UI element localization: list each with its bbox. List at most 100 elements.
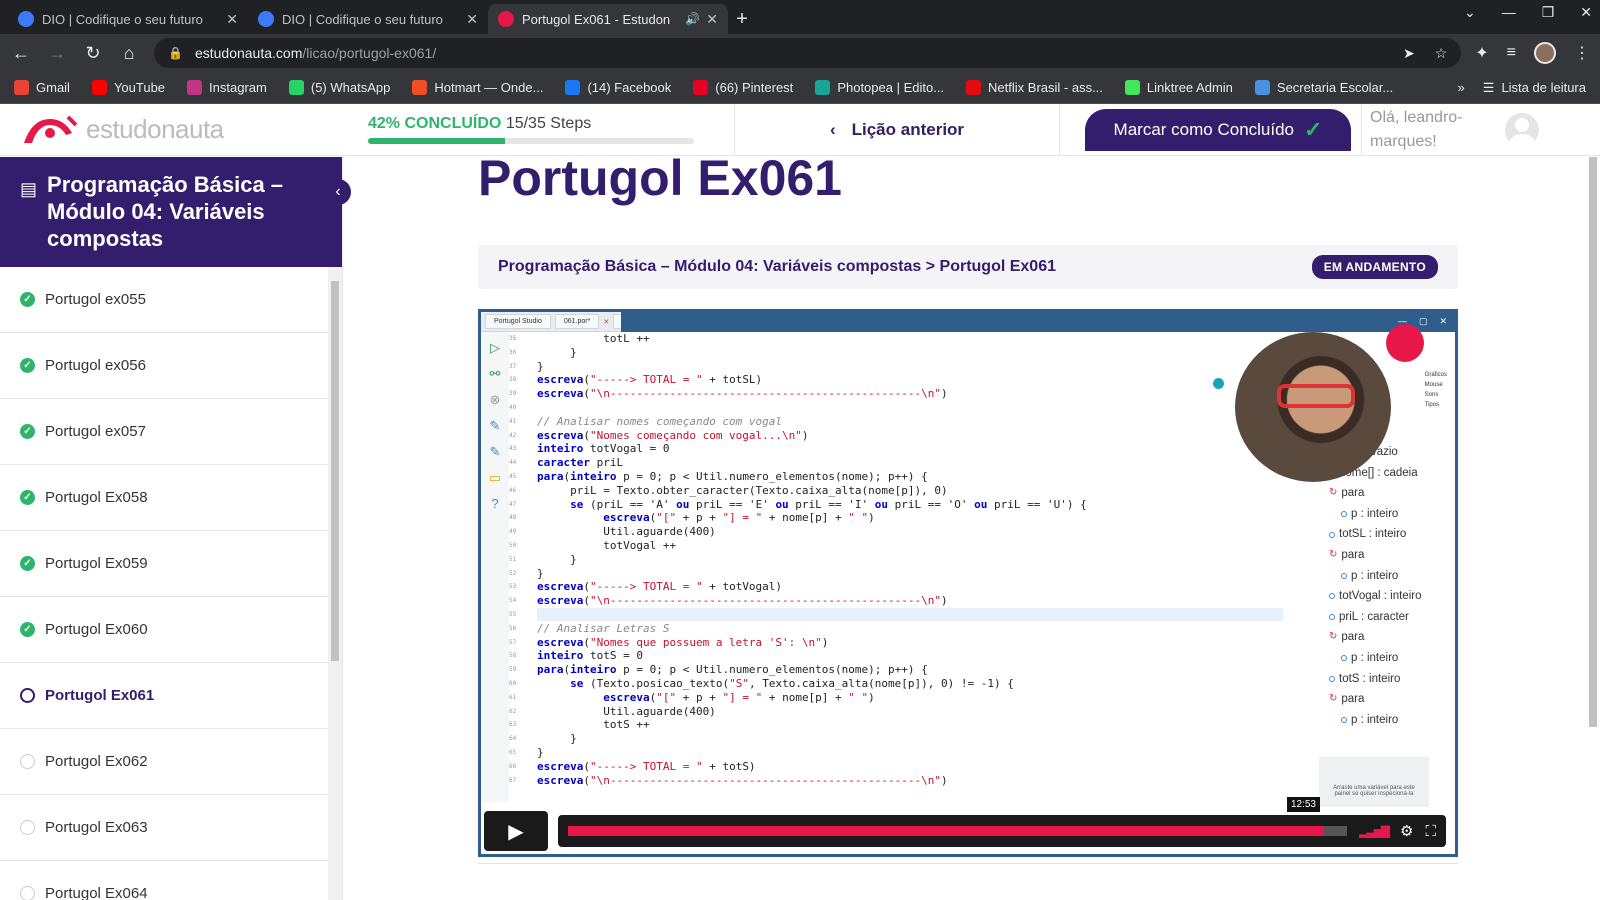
lesson-item[interactable]: Portugol Ex061 [0,663,334,729]
send-icon[interactable]: ➤ [1403,45,1415,62]
address-bar[interactable]: 🔒 estudonauta.com/licao/portugol-ex061/ … [154,38,1462,68]
bookmark-star-icon[interactable]: ☆ [1435,45,1448,62]
bookmark-item[interactable]: Instagram [187,80,267,95]
reading-list-icon: ☰ [1482,79,1495,95]
speaker-icon[interactable]: 🔊 [685,12,700,26]
tree-label: para [1341,631,1365,644]
reading-list-button[interactable]: ☰ Lista de leitura [1483,80,1586,96]
tree-label: p : inteiro [1351,507,1399,520]
tree-label: totVogal : inteiro [1339,590,1422,603]
bookmark-item[interactable]: Hotmart — Onde... [412,80,543,95]
ide-tab: Portugol Studio [485,314,551,329]
site-logo[interactable]: estudonauta [0,113,350,147]
bookmark-item[interactable]: (14) Facebook [565,80,671,95]
user-avatar[interactable] [1505,112,1539,147]
reload-button[interactable]: ↻ [82,43,104,64]
tree-label: totS : inteiro [1339,672,1401,685]
lesson-item[interactable]: ✓ Portugol ex056 [0,333,334,399]
browser-tab[interactable]: DIO | Codifique o seu futuro ✕ [248,4,488,34]
more-bookmarks-icon[interactable]: » [1458,80,1465,95]
bookmark-item[interactable]: Gmail [14,80,70,95]
control-bar: 12:53 ▂▃▅▇ ⚙ ⛶ [558,797,1446,847]
library-item: Gráficos [1424,372,1447,378]
sidebar-scrollbar[interactable] [328,267,342,900]
gear-icon[interactable]: ⚙ [1400,822,1413,840]
cursor-indicator [1213,378,1224,389]
close-tab-icon[interactable]: ✕ [706,11,718,28]
browser-tab[interactable]: Portugol Ex061 - Estudon 🔊 ✕ [488,4,728,34]
lesson-item[interactable]: Portugol Ex064 [0,861,334,900]
check-circle-icon: ✓ [20,556,35,571]
restore-button[interactable]: ❐ [1542,4,1555,21]
bookmark-item[interactable]: Secretaria Escolar... [1254,80,1393,95]
mark-complete-label: Marcar como Concluído [1113,119,1295,139]
menu-icon[interactable]: ⋮ [1574,43,1590,63]
breadcrumb-text[interactable]: Programação Básica – Módulo 04: Variávei… [498,258,1056,276]
close-tab-icon[interactable]: ✕ [466,11,478,28]
bookmark-item[interactable]: Photopea | Edito... [815,80,944,95]
ide-close-tab-icon: ✕ [603,318,610,326]
current-circle-icon [20,688,35,703]
sidebar-scroll-thumb[interactable] [331,281,339,661]
profile-avatar[interactable] [1534,42,1556,64]
check-circle-icon: ✓ [20,622,35,637]
lesson-item[interactable]: ✓ Portugol ex057 [0,399,334,465]
previous-lesson-button[interactable]: ‹ Lição anterior [734,103,1060,156]
home-button[interactable]: ⌂ [118,43,140,64]
book-icon: ▤ [20,179,38,199]
browser-tab[interactable]: DIO | Codifique o seu futuro ✕ [8,4,248,34]
minimize-button[interactable]: — [1502,4,1516,21]
bookmark-favicon-icon [14,80,29,95]
lesson-item[interactable]: ✓ Portugol Ex059 [0,531,334,597]
lesson-item[interactable]: Portugol Ex063 [0,795,334,861]
volume-icon[interactable]: ▂▃▅▇ [1359,824,1390,838]
variable-icon [1329,614,1335,621]
url-path: /licao/portugol-ex061/ [302,45,437,61]
lesson-main: Portugol Ex061 Programação Básica – Módu… [343,150,1586,900]
back-button[interactable]: ← [10,43,32,64]
lesson-item[interactable]: ✓ Portugol Ex058 [0,465,334,531]
new-tab-button[interactable]: + [728,4,756,34]
video-controls: ▶ 12:53 ▂▃▅▇ ⚙ ⛶ [484,797,1446,851]
page-scrollbar[interactable] [1586,157,1600,900]
save-as-icon: ✎ [489,444,501,459]
play-button[interactable]: ▶ [484,811,548,851]
media-control-icon[interactable]: ≡ [1507,44,1516,62]
video-player[interactable]: —▢✕ Portugol Studio 061.por* ✕ + ▷ ⚯ ⊗ ✎… [478,309,1458,857]
bookmark-label: Linktree Admin [1146,80,1233,95]
seek-bar[interactable] [568,826,1348,836]
instructor-webcam [1235,332,1391,482]
lock-icon[interactable]: 🔒 [168,46,183,60]
url-host: estudonauta.com [194,45,303,61]
bookmark-favicon-icon [91,80,107,95]
bookmark-item[interactable]: Netflix Brasil - ass... [966,80,1103,95]
lesson-label: Portugol Ex059 [45,555,148,572]
tab-search-icon[interactable]: ⌄ [1464,4,1476,21]
fullscreen-icon[interactable]: ⛶ [1425,823,1436,840]
variable-icon [1341,717,1347,724]
page-scroll-thumb[interactable] [1589,157,1597,727]
bookmark-label: Photopea | Edito... [837,80,945,95]
folder-icon: ▭ [488,470,502,485]
bookmark-item[interactable]: Linktree Admin [1124,80,1233,95]
mark-complete-button[interactable]: Marcar como Concluído ✓ [1085,108,1351,151]
lesson-item[interactable]: Portugol Ex062 [0,729,334,795]
extensions-icon[interactable]: ✦ [1475,43,1488,63]
breadcrumb: Programação Básica – Módulo 04: Variávei… [478,245,1458,289]
check-circle-icon: ✓ [20,292,35,307]
tree-node: p : inteiro [1323,504,1453,525]
close-tab-icon[interactable]: ✕ [226,11,238,28]
chevron-left-icon: ‹ [829,119,836,139]
tree-node: ↻ para [1323,545,1453,566]
bookmark-item[interactable]: YouTube [91,80,165,95]
close-window-button[interactable]: ✕ [1580,4,1592,21]
bookmark-item[interactable]: (5) WhatsApp [288,80,390,95]
bookmark-favicon-icon [412,80,428,95]
tree-label: priL : caracter [1339,610,1409,623]
bookmark-item[interactable]: (66) Pinterest [693,80,793,95]
lesson-item[interactable]: ✓ Portugol ex055 [0,267,334,333]
lesson-item[interactable]: ✓ Portugol Ex060 [0,597,334,663]
forward-button[interactable]: → [46,43,68,64]
course-sidebar: ▤ Programação Básica – Módulo 04: Variáv… [0,157,351,900]
check-circle-icon: ✓ [20,424,35,439]
